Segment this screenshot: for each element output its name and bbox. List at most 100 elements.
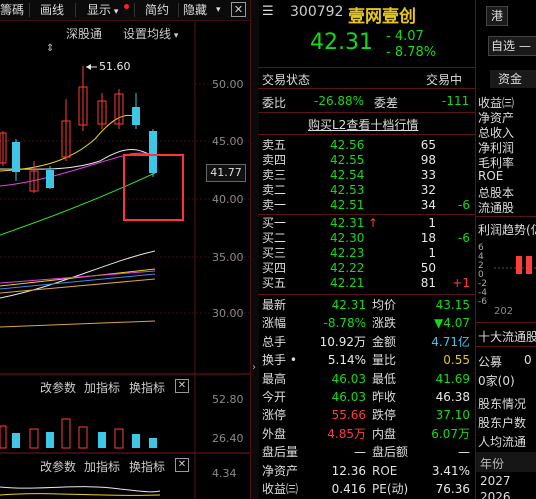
wc-label: 委差 <box>374 96 399 110</box>
toolbar-display[interactable]: 显示 ▾ <box>87 0 118 20</box>
stat-row: 盘后量 — 盘后额 — <box>258 443 475 461</box>
ma-settings-button[interactable]: 设置均线 ▾ <box>123 25 178 42</box>
ask-row[interactable]: 卖一 42.51 34 -6 <box>258 198 475 213</box>
stat-label: 收益㈢ <box>262 482 299 496</box>
stat-value: 12.36 <box>331 463 366 478</box>
fund-tab[interactable]: 资金 <box>490 70 536 88</box>
stat-value: 76.36 <box>435 482 470 496</box>
ask-row-price: 42.53 <box>330 183 365 197</box>
stat-value: 0.416 <box>331 482 366 496</box>
stat-row: 总手 10.92万 金额 4.71亿 <box>258 333 475 351</box>
indicator1-add[interactable]: 加指标 <box>84 379 120 396</box>
stat-row: 最新 42.31 均价 43.15 <box>258 296 475 314</box>
bid-row-volume: 1 <box>428 246 436 260</box>
stat-label: PE(动) <box>372 482 409 496</box>
chevron-down-icon[interactable]: ▾ <box>216 0 221 20</box>
l2-link[interactable]: 购买L2查看十档行情 <box>308 116 418 133</box>
candles <box>0 66 157 193</box>
ask-row-label: 卖一 <box>262 198 287 212</box>
year-2027: 2027 <box>480 474 511 488</box>
finance-row-label: ROE <box>478 169 504 183</box>
stat-row: 最高 46.03 最低 41.69 <box>258 370 475 388</box>
stat-label: ROE <box>372 463 398 478</box>
bid-row[interactable]: 买五 42.21 81 +1 <box>258 276 475 291</box>
holders-fund: 公募 <box>478 355 503 369</box>
indicator2-switch[interactable]: 换指标 <box>129 458 165 475</box>
bid-row-change: -6 <box>458 231 470 245</box>
top-toolbar: 籌碼 画线 显示 ▾ 简约 隐藏 ▾ ✕ <box>0 0 250 21</box>
ask-row[interactable]: 卖四 42.55 98 <box>258 153 475 168</box>
kline-chart[interactable]: 深股通 设置均线 ▾ ⇕ 51.60 50.00 45.00 40.00 35.… <box>0 21 250 499</box>
hamburger-icon[interactable]: ☰ <box>262 4 274 19</box>
profit-trend-title: 利润趋势(亿 <box>478 223 536 237</box>
ask-row[interactable]: 卖二 42.53 32 <box>258 183 475 198</box>
ask-row[interactable]: 卖三 42.54 33 <box>258 168 475 183</box>
stat-value: — <box>458 445 470 460</box>
close-icon[interactable]: ✕ <box>175 458 189 472</box>
watchlist-button[interactable]: 自选 — <box>488 36 536 56</box>
ask-row-volume: 65 <box>420 138 436 152</box>
bid-row-label: 买三 <box>262 246 287 260</box>
bid-row-volume: 50 <box>420 261 436 275</box>
toolbar-chips[interactable]: 籌碼 <box>0 0 24 20</box>
stat-row: 外盘 4.85万 内盘 6.07万 <box>258 425 475 443</box>
chevron-right-icon[interactable]: › <box>250 362 258 373</box>
close-icon[interactable]: ✕ <box>231 2 246 17</box>
stat-value: 4.85万 <box>327 426 366 441</box>
holders-fund-count: 0家(0) <box>478 374 515 388</box>
indicator2-params[interactable]: 改参数 <box>40 458 76 475</box>
bid-row[interactable]: 买四 42.22 50 <box>258 261 475 276</box>
stat-label: 涨跌 <box>372 316 397 331</box>
bid-row-label: 买二 <box>262 231 287 245</box>
bid-book: 买一 42.31 ↑ 1 买二 42.30 18 -6 买三 42.23 1 买四 42.22 50 买五 4… <box>258 216 475 292</box>
max-price-label: 51.60 <box>99 60 131 73</box>
stat-value: 0.55 <box>443 353 470 368</box>
chevron-down-icon: ▾ <box>171 31 179 41</box>
indicator2-add[interactable]: 加指标 <box>84 458 120 475</box>
toolbar-hide[interactable]: 隐藏 <box>183 0 207 20</box>
price-tick: 50.00 <box>212 78 244 91</box>
ask-row-volume: 34 <box>420 198 436 212</box>
ask-row-price: 42.56 <box>330 138 365 152</box>
toolbar-simple[interactable]: 简约 <box>145 0 169 20</box>
bid-row[interactable]: 买一 42.31 ↑ 1 <box>258 216 475 231</box>
profit-trend-chart <box>494 256 536 274</box>
quote-panel: ☰ 300792 壹网壹创 42.31 - 4.07 - 8.78% 交易状态 … <box>258 0 475 499</box>
ask-row-volume: 32 <box>420 183 436 197</box>
stat-label: 今开 <box>262 390 287 404</box>
drag-handle-icon[interactable]: ⇕ <box>46 43 54 54</box>
stat-value: 46.38 <box>435 390 470 404</box>
stat-label: 总手 <box>262 334 287 349</box>
stat-label: 金额 <box>372 334 397 349</box>
ask-row[interactable]: 卖五 42.56 65 <box>258 138 475 153</box>
bid-row-label: 买四 <box>262 261 287 275</box>
north-flow-link[interactable]: 深股通 <box>66 25 102 42</box>
stat-row: 换手 • 5.14% 量比 0.55 <box>258 351 475 369</box>
stat-label: 净资产 <box>262 463 299 478</box>
bid-row[interactable]: 买三 42.23 1 <box>258 246 475 261</box>
trade-status-value: 交易中 <box>426 73 463 87</box>
holders-count[interactable]: 股东户数 <box>478 414 526 431</box>
ask-row-label: 卖四 <box>262 153 287 167</box>
notification-dot <box>124 4 129 9</box>
stat-value: 46.03 <box>331 371 366 386</box>
stat-label: 均价 <box>372 298 397 312</box>
close-icon[interactable]: ✕ <box>175 379 189 393</box>
toolbar-draw[interactable]: 画线 <box>40 0 64 20</box>
indicator1-params[interactable]: 改参数 <box>40 379 76 396</box>
hk-badge[interactable]: 港 <box>486 6 508 26</box>
indicator1-tick: 26.40 <box>212 432 244 445</box>
indicator1-switch[interactable]: 换指标 <box>129 379 165 396</box>
ask-row-price: 42.54 <box>330 168 365 182</box>
holders-avg[interactable]: 人均流通 <box>478 433 526 450</box>
current-price-tag: 41.77 <box>206 164 246 182</box>
wc-value: -111 <box>442 94 470 108</box>
bid-row-label: 买一 <box>262 216 287 230</box>
stock-code: 300792 <box>290 4 344 20</box>
bid-row-price: 42.22 <box>330 261 365 275</box>
stat-label: 涨停 <box>262 408 287 423</box>
bid-row[interactable]: 买二 42.30 18 -6 <box>258 231 475 246</box>
stat-row: 收益㈢ 0.416 PE(动) 76.36 <box>258 480 475 498</box>
finance-row-label: 流通股 <box>478 201 515 215</box>
holders-info[interactable]: 股东情况 <box>478 395 526 412</box>
